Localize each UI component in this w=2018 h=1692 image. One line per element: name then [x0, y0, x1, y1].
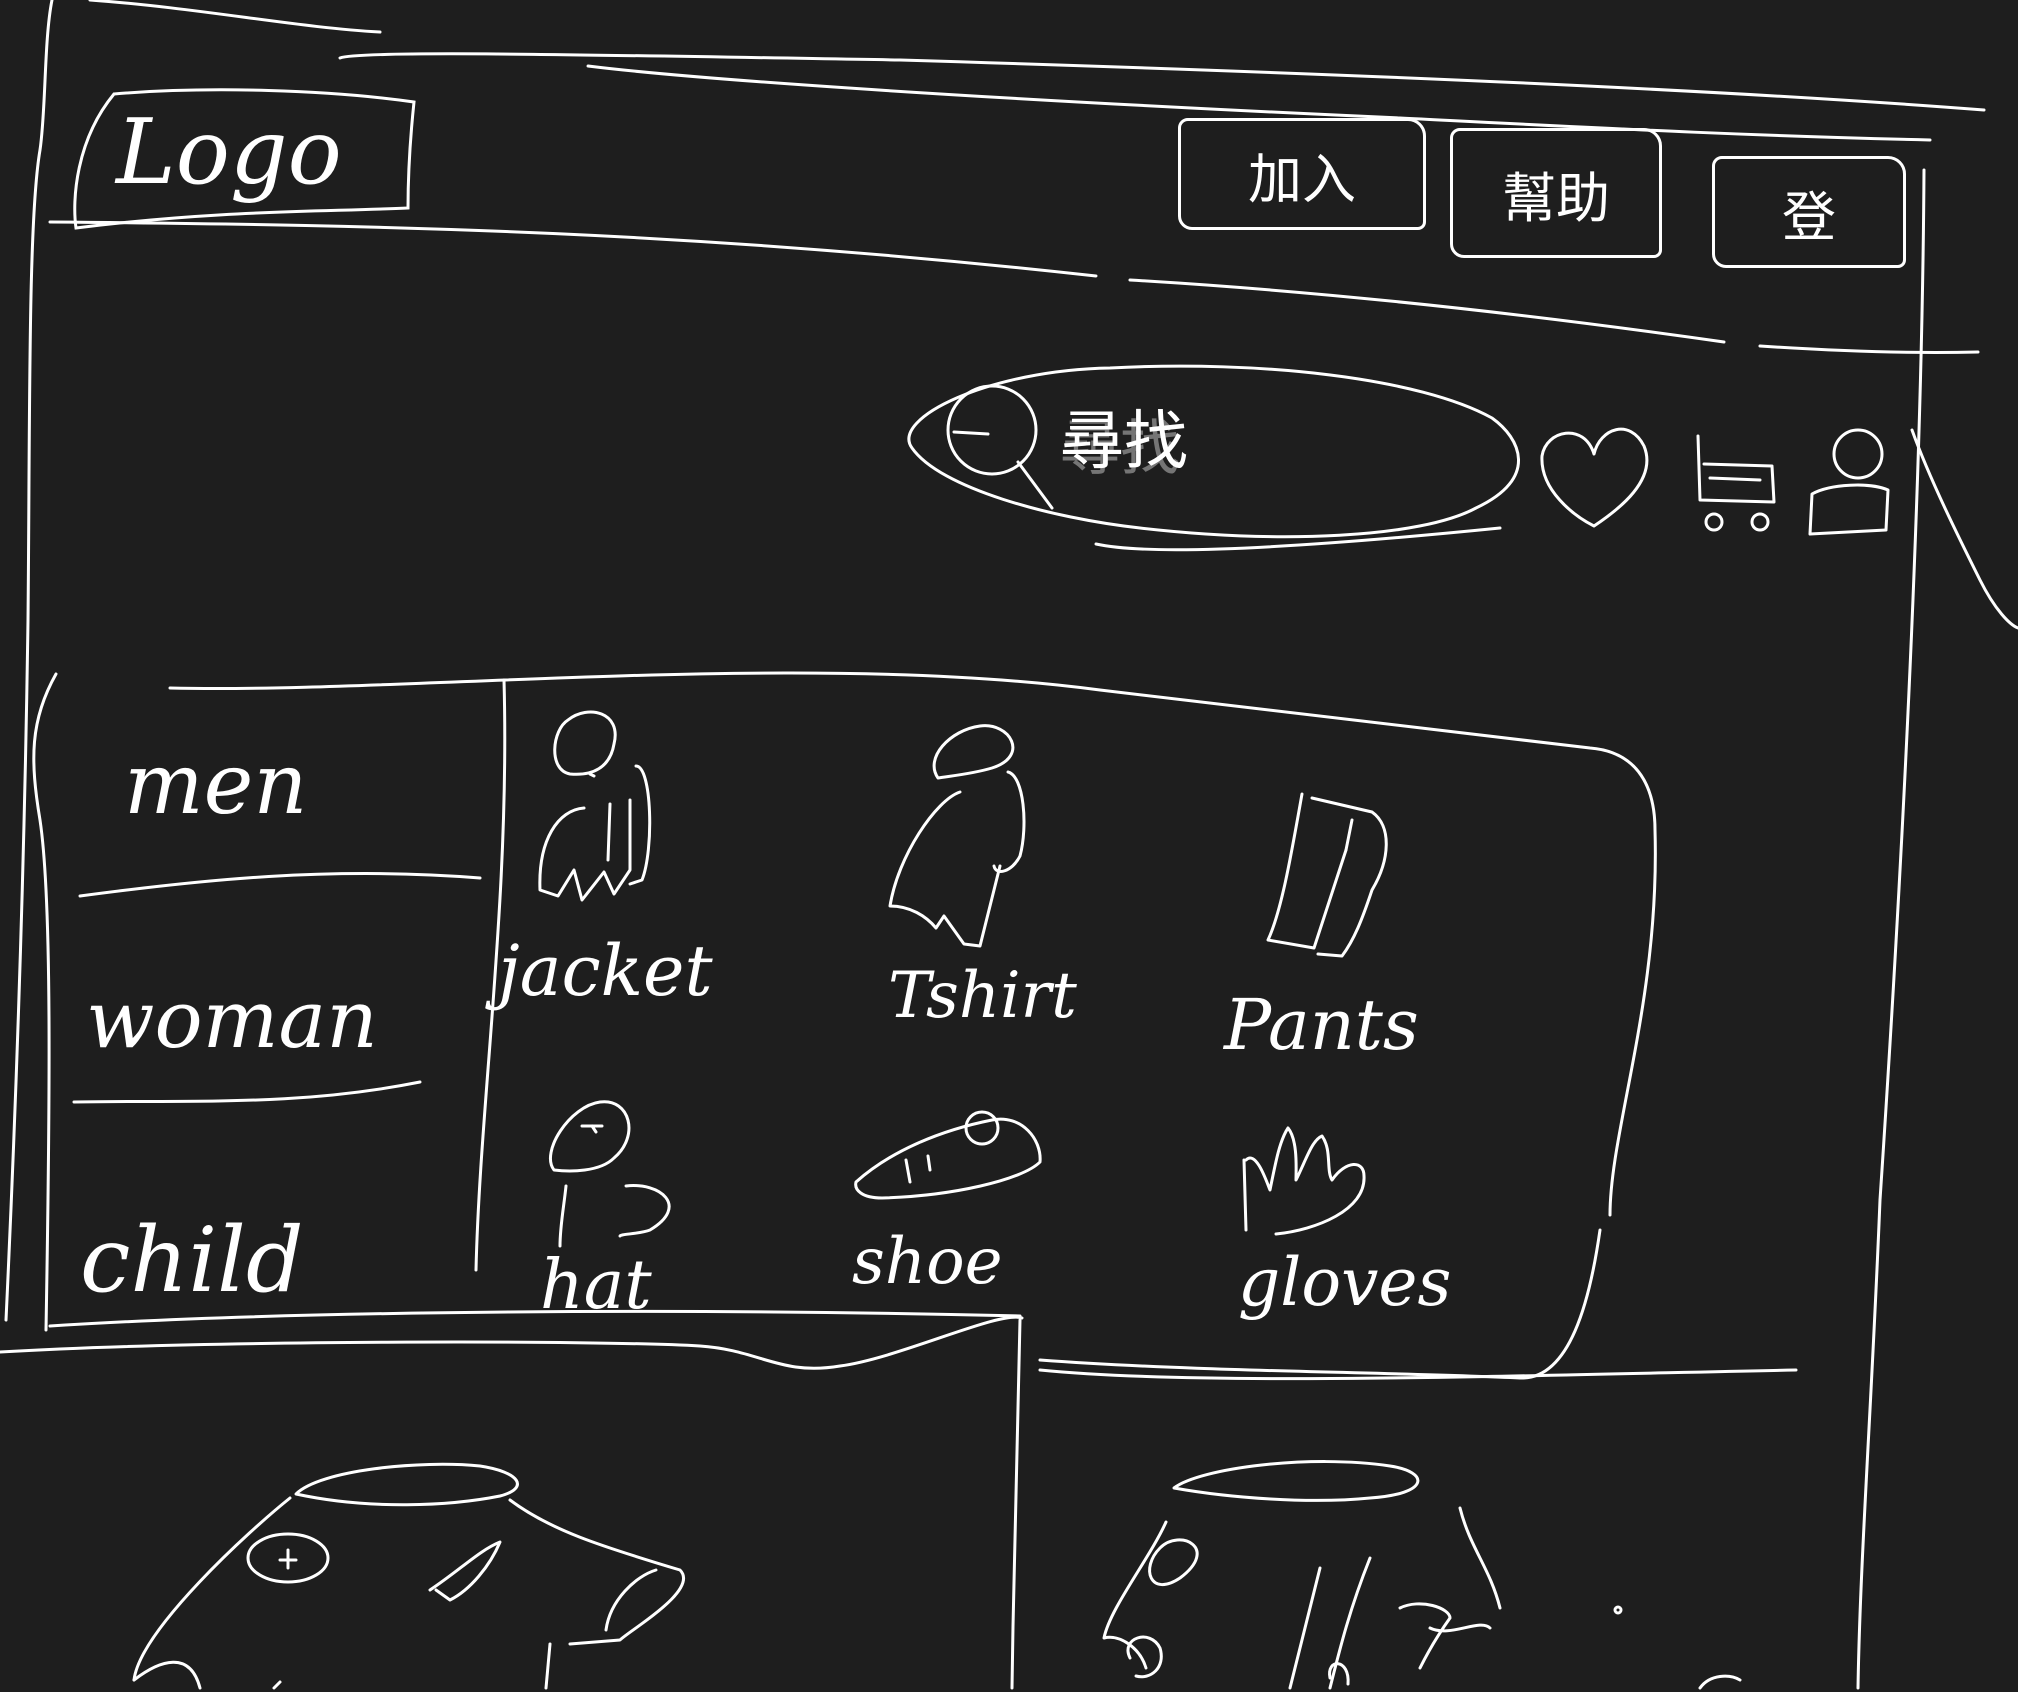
- shoe-icon: [852, 1100, 1052, 1214]
- cart-icon[interactable]: [1690, 430, 1790, 544]
- sidebar-item-label: men: [124, 735, 308, 833]
- user-icon[interactable]: [1800, 424, 1900, 548]
- sidebar-item-child[interactable]: child: [76, 1200, 436, 1320]
- wireframe-page: Logo 加入 幫助 登 尋找 尋找 men woman child jacke…: [0, 0, 2018, 1690]
- hat-icon: [530, 1096, 710, 1260]
- category-gloves[interactable]: gloves: [1236, 1120, 1456, 1340]
- nav-help-label: 幫助: [1502, 166, 1610, 230]
- category-hat[interactable]: hat: [530, 1096, 710, 1326]
- tshirt-icon: [880, 716, 1080, 960]
- category-label: Tshirt: [888, 959, 1077, 1033]
- heart-icon[interactable]: [1534, 420, 1654, 544]
- category-shoe[interactable]: shoe: [852, 1100, 1052, 1300]
- nav-login-label: 登: [1782, 185, 1836, 249]
- product-card-tshirt[interactable]: [120, 1450, 700, 1690]
- search-icon[interactable]: [940, 378, 1054, 510]
- nav-login-button[interactable]: 登: [1712, 156, 1906, 268]
- search-bar[interactable]: 尋找: [900, 358, 1550, 548]
- category-tshirt[interactable]: Tshirt: [880, 716, 1120, 1036]
- gloves-icon: [1236, 1120, 1396, 1244]
- category-label: jacket: [498, 930, 713, 1012]
- category-label: Pants: [1224, 984, 1419, 1066]
- tshirt-product-image: [120, 1450, 700, 1692]
- nav-join-button[interactable]: 加入: [1178, 118, 1426, 230]
- category-jacket[interactable]: jacket: [498, 700, 768, 1020]
- sidebar-item-label: child: [80, 1208, 304, 1313]
- product-card-pants[interactable]: [1090, 1458, 1742, 1690]
- nav-join-label: 加入: [1248, 147, 1356, 211]
- nav-help-button[interactable]: 幫助: [1450, 128, 1662, 258]
- jacket-icon: [518, 700, 698, 924]
- sidebar-item-label: woman: [86, 973, 378, 1066]
- category-label: hat: [540, 1246, 652, 1325]
- pants-icon: [1262, 790, 1422, 984]
- sidebar-item-men[interactable]: men: [120, 730, 450, 840]
- category-label: gloves: [1238, 1244, 1452, 1321]
- sidebar-item-woman[interactable]: woman: [80, 970, 440, 1080]
- pants-product-image: [1090, 1458, 1742, 1692]
- search-placeholder-text: 尋找: [1060, 405, 1188, 479]
- category-pants[interactable]: Pants: [1222, 790, 1442, 1080]
- logo[interactable]: Logo: [70, 80, 430, 234]
- category-label: shoe: [852, 1225, 1003, 1299]
- logo-text: Logo: [116, 100, 342, 205]
